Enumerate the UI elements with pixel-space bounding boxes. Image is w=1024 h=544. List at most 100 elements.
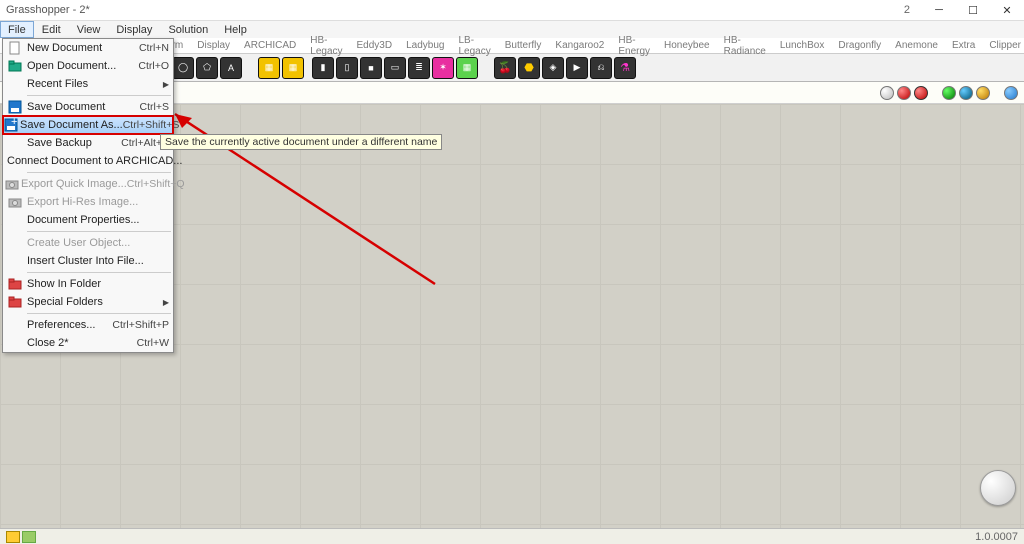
menu-item-label: Show In Folder bbox=[27, 278, 169, 290]
ribbon-tab[interactable]: HB-Energy bbox=[611, 34, 657, 58]
menu-item[interactable]: Close 2*Ctrl+W bbox=[3, 334, 173, 352]
tooltip: Save the currently active document under… bbox=[160, 134, 442, 150]
minimize-button[interactable]: ─ bbox=[922, 0, 956, 20]
menu-item[interactable]: Save DocumentCtrl+S bbox=[3, 98, 173, 116]
window-title: Grasshopper - 2* bbox=[6, 4, 90, 16]
saveas-icon: + bbox=[4, 117, 18, 133]
viewport-icon[interactable] bbox=[1004, 86, 1018, 100]
component-icon[interactable]: ▭ bbox=[384, 57, 406, 79]
blank-icon bbox=[5, 317, 25, 333]
camera-icon bbox=[5, 176, 19, 192]
menu-item[interactable]: Document Properties... bbox=[3, 211, 173, 229]
shade-mode-icon[interactable] bbox=[897, 86, 911, 100]
menu-item[interactable]: New DocumentCtrl+N bbox=[3, 39, 173, 57]
ribbon-tab[interactable]: Display bbox=[190, 39, 237, 52]
ribbon-tab[interactable]: HB-Radiance bbox=[717, 34, 773, 58]
menu-view[interactable]: View bbox=[69, 21, 109, 38]
blank-icon bbox=[5, 76, 25, 92]
compass-icon[interactable] bbox=[980, 470, 1016, 506]
menu-item-label: Preferences... bbox=[27, 319, 112, 331]
blank-icon bbox=[5, 235, 25, 251]
ribbon-tab[interactable]: Extra bbox=[945, 39, 982, 52]
menu-file[interactable]: File bbox=[0, 21, 34, 38]
chevron-right-icon: ▶ bbox=[163, 80, 169, 89]
menu-item: Create User Object... bbox=[3, 234, 173, 252]
open-icon bbox=[5, 58, 25, 74]
menu-help[interactable]: Help bbox=[216, 21, 255, 38]
preview-mode-icon[interactable] bbox=[959, 86, 973, 100]
component-icon[interactable]: ▶ bbox=[566, 57, 588, 79]
component-icon[interactable]: ◈ bbox=[542, 57, 564, 79]
chevron-right-icon: ▶ bbox=[163, 298, 169, 307]
status-button[interactable] bbox=[6, 531, 20, 543]
component-icon[interactable]: ⬠ bbox=[196, 57, 218, 79]
menu-item-label: Create User Object... bbox=[27, 237, 169, 249]
menu-display[interactable]: Display bbox=[108, 21, 160, 38]
component-icon[interactable]: ▮ bbox=[312, 57, 334, 79]
component-icon[interactable]: 🍒 bbox=[494, 57, 516, 79]
ribbon-tab[interactable]: Ladybug bbox=[399, 39, 451, 52]
menu-item-shortcut: Ctrl+S bbox=[140, 101, 169, 113]
save-icon bbox=[5, 99, 25, 115]
menu-item-label: New Document bbox=[27, 42, 139, 54]
menu-item-label: Connect Document to ARCHICAD... bbox=[7, 155, 182, 167]
preview-mode-icon[interactable] bbox=[976, 86, 990, 100]
component-icon[interactable]: ▦ bbox=[456, 57, 478, 79]
menu-item[interactable]: +Save Document As...Ctrl+Shift+S bbox=[3, 116, 173, 134]
title-bar: Grasshopper - 2* 2 ─ ☐ ✕ bbox=[0, 0, 1024, 20]
file-menu-dropdown: New DocumentCtrl+NOpen Document...Ctrl+O… bbox=[2, 38, 174, 353]
menu-edit[interactable]: Edit bbox=[34, 21, 69, 38]
menu-item[interactable]: Show In Folder bbox=[3, 275, 173, 293]
menu-item-shortcut: Ctrl+W bbox=[137, 337, 169, 349]
ribbon-tab[interactable]: LB-Legacy bbox=[451, 34, 497, 58]
menu-item-shortcut: Ctrl+O bbox=[138, 60, 169, 72]
menu-item-label: Save Document As... bbox=[20, 119, 123, 131]
ribbon-tab[interactable]: Eddy3D bbox=[350, 39, 400, 52]
ribbon-tab[interactable]: Anemone bbox=[888, 39, 945, 52]
component-icon[interactable]: ▦ bbox=[282, 57, 304, 79]
blank-icon bbox=[5, 335, 25, 351]
menu-item[interactable]: Connect Document to ARCHICAD... bbox=[3, 152, 173, 170]
menu-bar: File Edit View Display Solution Help bbox=[0, 20, 1024, 38]
menu-item-label: Export Hi-Res Image... bbox=[27, 196, 169, 208]
component-icon[interactable]: ⬣ bbox=[518, 57, 540, 79]
menu-item-shortcut: Ctrl+N bbox=[139, 42, 169, 54]
component-icon[interactable]: ■ bbox=[360, 57, 382, 79]
menu-item[interactable]: Save BackupCtrl+Alt+S bbox=[3, 134, 173, 152]
new-doc-icon bbox=[5, 40, 25, 56]
ribbon-tab[interactable]: Dragonfly bbox=[831, 39, 888, 52]
preview-mode-icon[interactable] bbox=[942, 86, 956, 100]
component-icon[interactable]: ⎌ bbox=[590, 57, 612, 79]
shade-mode-icon[interactable] bbox=[880, 86, 894, 100]
menu-solution[interactable]: Solution bbox=[160, 21, 216, 38]
component-icon[interactable]: ⚗ bbox=[614, 57, 636, 79]
component-icon[interactable]: ≣ bbox=[408, 57, 430, 79]
ribbon-tab[interactable]: Clipper bbox=[982, 39, 1024, 52]
menu-item-label: Recent Files bbox=[27, 78, 161, 90]
ribbon-tab[interactable]: Honeybee bbox=[657, 39, 717, 52]
shade-mode-icon[interactable] bbox=[914, 86, 928, 100]
ribbon-tab[interactable]: Kangaroo2 bbox=[548, 39, 611, 52]
menu-item-label: Special Folders bbox=[27, 296, 161, 308]
menu-item[interactable]: Insert Cluster Into File... bbox=[3, 252, 173, 270]
ribbon-tab[interactable]: LunchBox bbox=[773, 39, 831, 52]
component-icon[interactable]: ✶ bbox=[432, 57, 454, 79]
menu-item[interactable]: Recent Files▶ bbox=[3, 75, 173, 93]
component-icon[interactable]: ◯ bbox=[172, 57, 194, 79]
menu-item-label: Insert Cluster Into File... bbox=[27, 255, 169, 267]
ribbon-tab[interactable]: ARCHICAD bbox=[237, 39, 303, 52]
status-button[interactable] bbox=[22, 531, 36, 543]
menu-item[interactable]: Preferences...Ctrl+Shift+P bbox=[3, 316, 173, 334]
menu-item[interactable]: Special Folders▶ bbox=[3, 293, 173, 311]
close-button[interactable]: ✕ bbox=[990, 0, 1024, 20]
component-icon[interactable]: A bbox=[220, 57, 242, 79]
version-label: 1.0.0007 bbox=[975, 531, 1018, 543]
maximize-button[interactable]: ☐ bbox=[956, 0, 990, 20]
menu-item-shortcut: Ctrl+Shift+Q bbox=[127, 178, 185, 190]
ribbon-tab[interactable]: Butterfly bbox=[498, 39, 549, 52]
menu-item[interactable]: Open Document...Ctrl+O bbox=[3, 57, 173, 75]
component-icon[interactable]: ▦ bbox=[258, 57, 280, 79]
ribbon-tab[interactable]: HB-Legacy bbox=[303, 34, 349, 58]
component-icon[interactable]: ▯ bbox=[336, 57, 358, 79]
window-counter: 2 bbox=[904, 4, 910, 16]
